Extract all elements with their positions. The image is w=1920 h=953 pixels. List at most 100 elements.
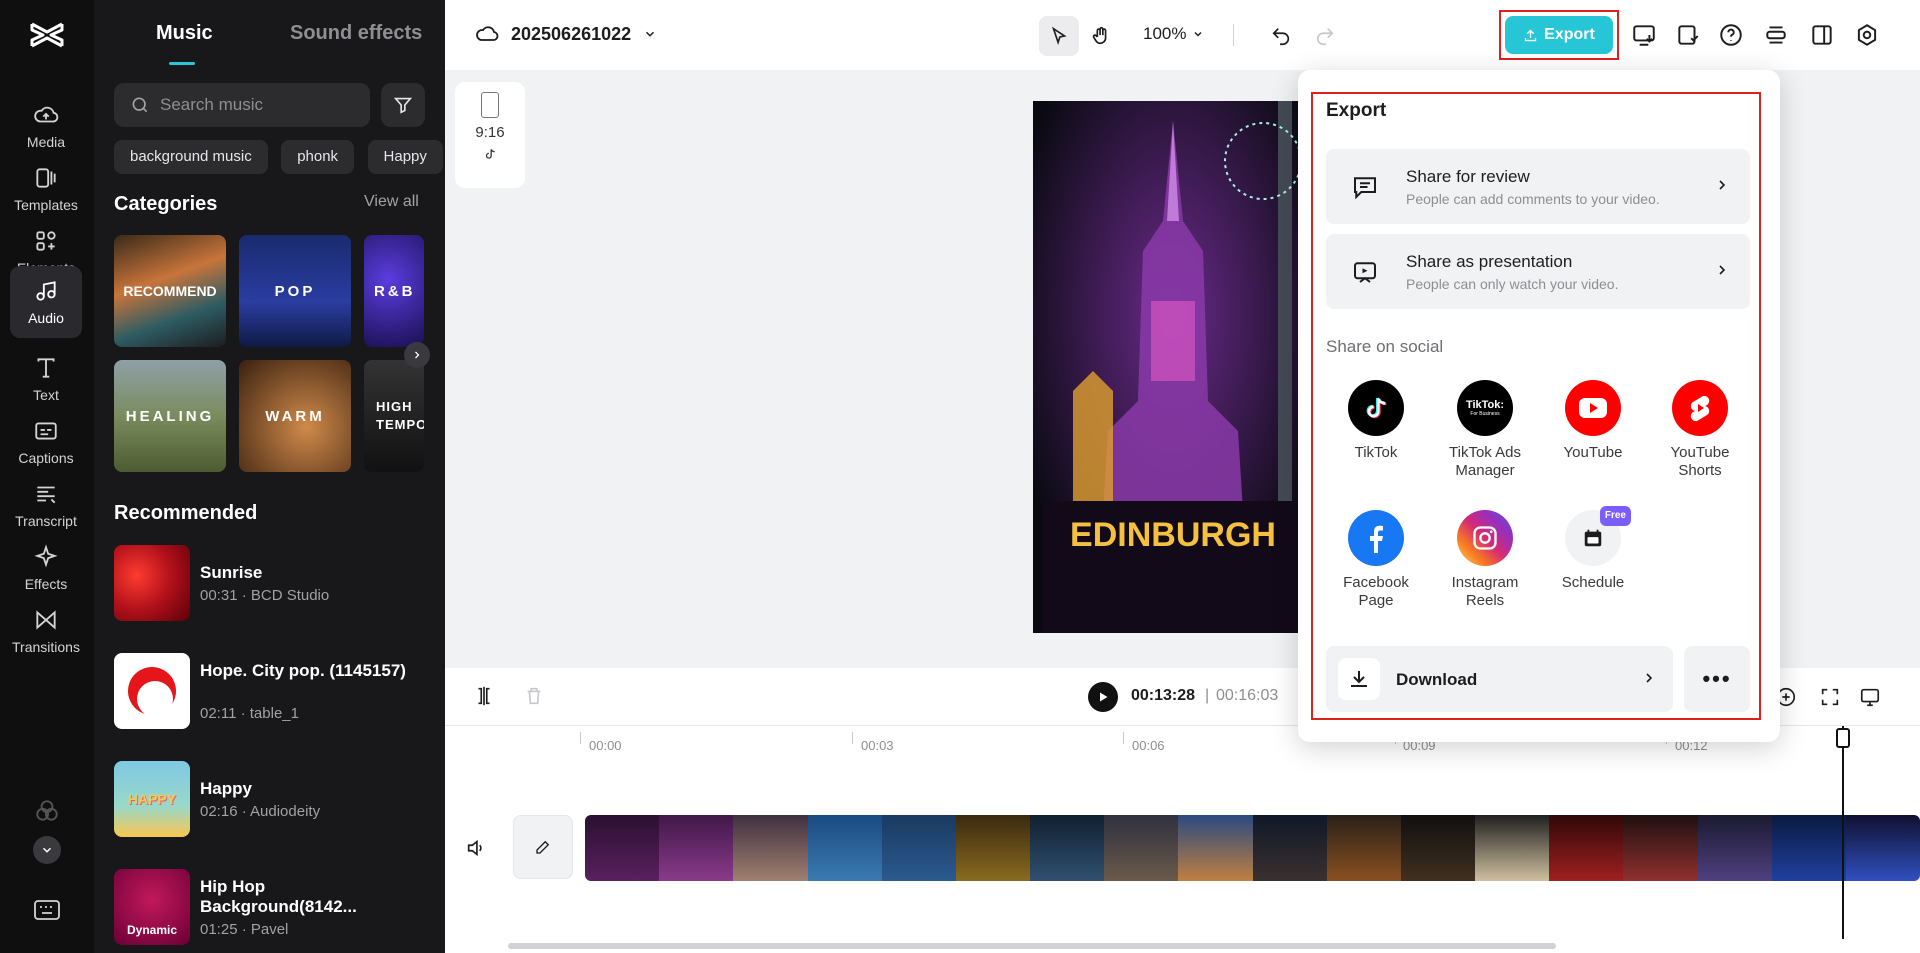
category-high-tempo[interactable]: HIGH TEMPO	[364, 360, 424, 472]
present-button[interactable]	[1631, 22, 1657, 48]
edit-cover-button[interactable]	[513, 815, 573, 879]
rail-item-text[interactable]: Text	[10, 343, 82, 415]
tab-music[interactable]: Music	[156, 22, 213, 45]
rail-item-label: Text	[33, 387, 59, 403]
monitor-icon[interactable]	[1859, 686, 1881, 708]
shield-check-icon	[1678, 25, 1699, 45]
edinburgh-sign: EDINBURGH	[1070, 516, 1276, 554]
rail-item-audio[interactable]: Audio	[10, 266, 82, 338]
rail-item-media[interactable]: Media	[10, 90, 82, 162]
keyboard-icon[interactable]	[33, 899, 61, 921]
track-title: Hope. City pop. (1145157)	[200, 661, 406, 680]
layout-button[interactable]	[1809, 22, 1835, 48]
track-title: Sunrise	[200, 563, 263, 582]
category-warm[interactable]: WARM	[239, 360, 351, 472]
rail-item-effects[interactable]: Effects	[10, 532, 82, 604]
track-meta: 02:11 · table_1	[200, 705, 299, 722]
export-button-highlight	[1499, 10, 1619, 60]
track-thumbnail	[114, 545, 190, 621]
split-icon[interactable]	[473, 685, 495, 707]
cloud-sync-icon	[476, 26, 499, 41]
video-preview[interactable]: EDINBURGH	[1033, 101, 1313, 633]
category-recommend[interactable]: RECOMMEND	[114, 235, 226, 347]
ruler-label: 00:06	[1132, 738, 1165, 753]
review-check-button[interactable]	[1675, 22, 1701, 48]
chevron-right-icon	[415, 351, 420, 359]
ruler-tick	[580, 732, 581, 744]
track-item-hope-city-pop[interactable]: Hope. City pop. (1145157) 02:11 · table_…	[114, 653, 434, 729]
search-music-input[interactable]	[160, 95, 360, 115]
monitor-download-icon	[1633, 25, 1655, 46]
transcript-icon	[37, 486, 56, 504]
pencil-icon	[536, 840, 550, 854]
rail-item-templates[interactable]: Templates	[10, 153, 82, 225]
timeline-scrollbar[interactable]	[508, 943, 1556, 949]
hand-icon	[1092, 26, 1107, 45]
chip-happy[interactable]: Happy	[367, 140, 443, 174]
gear-icon	[1857, 24, 1877, 46]
portrait-ratio-icon	[481, 92, 499, 118]
left-rail: Media Templates Elements Audio Text Capt…	[0, 0, 94, 953]
aspect-ratio-label: 9:16	[475, 124, 505, 141]
playhead-handle[interactable]	[1836, 728, 1850, 748]
category-pop[interactable]: POP	[239, 235, 351, 347]
edinburgh-night-image: EDINBURGH	[1033, 101, 1313, 633]
project-name: 202506261022	[511, 23, 632, 44]
recommended-title: Recommended	[114, 502, 258, 524]
category-healing[interactable]: HEALING	[114, 360, 226, 472]
redo-button[interactable]	[1305, 16, 1345, 56]
video-clip-strip[interactable]	[585, 815, 1920, 881]
aspect-ratio-card[interactable]: 9:16	[455, 82, 525, 188]
undo-button[interactable]	[1261, 16, 1301, 56]
hand-tool-button[interactable]	[1081, 16, 1121, 56]
chip-phonk[interactable]: phonk	[281, 140, 355, 174]
toolbar-divider	[1233, 24, 1234, 46]
zoom-dropdown[interactable]: 100%	[1143, 24, 1204, 44]
chevron-down-icon	[1194, 32, 1202, 37]
play-button[interactable]	[1088, 682, 1118, 712]
rail-more-button[interactable]	[33, 836, 61, 864]
category-label: HEALING	[125, 407, 215, 425]
rail-item-label: Transitions	[12, 639, 80, 655]
chevron-down-icon	[646, 31, 655, 37]
rail-item-label: Captions	[18, 450, 74, 466]
tag-chips: background music phonk Happy	[114, 140, 445, 174]
speaker-icon[interactable]	[465, 837, 487, 859]
pointer-icon	[1051, 26, 1067, 46]
rail-item-captions[interactable]: Captions	[10, 406, 82, 478]
time-separator: |	[1205, 687, 1210, 704]
help-icon	[1720, 24, 1742, 46]
track-thumbnail	[114, 653, 190, 729]
track-item-happy[interactable]: HAPPY Happy 02:16 · Audiodeity	[114, 761, 434, 837]
project-title[interactable]: 202506261022	[475, 22, 657, 46]
fullscreen-icon[interactable]	[1819, 686, 1841, 708]
current-time: 00:13:28	[1131, 687, 1196, 704]
playhead-line	[1842, 726, 1844, 939]
filters-icon[interactable]	[34, 798, 60, 824]
music-note-icon	[36, 281, 56, 301]
chip-background-music[interactable]: background music	[114, 140, 268, 174]
search-music-box[interactable]	[114, 83, 370, 127]
delete-icon[interactable]	[523, 685, 545, 707]
view-all-link[interactable]: View all	[364, 193, 419, 211]
track-item-sunrise[interactable]: Sunrise 00:31 · BCD Studio	[114, 545, 434, 621]
rail-item-transcript[interactable]: Transcript	[10, 469, 82, 541]
select-tool-button[interactable]	[1039, 16, 1079, 56]
rail-item-label: Effects	[24, 576, 68, 592]
track-item-hip-hop-background[interactable]: Dynamic Hip Hop Background(8142... 01:25…	[114, 869, 434, 945]
rail-item-label: Transcript	[15, 513, 77, 529]
category-rnb[interactable]: R&B	[364, 235, 424, 347]
tab-sound-effects[interactable]: Sound effects	[290, 22, 422, 45]
filter-icon	[393, 97, 413, 114]
settings-button[interactable]	[1854, 22, 1880, 48]
total-time: 00:16:03	[1216, 687, 1279, 704]
rail-item-transitions[interactable]: Transitions	[10, 595, 82, 667]
capcut-logo-icon[interactable]	[28, 18, 66, 52]
category-label: RECOMMEND	[123, 283, 217, 299]
tiktok-small-icon	[485, 149, 495, 159]
categories-next-button[interactable]	[404, 342, 430, 368]
filter-button[interactable]	[381, 83, 425, 127]
help-button[interactable]	[1718, 22, 1744, 48]
ruler-tick	[1123, 732, 1124, 744]
layers-button[interactable]	[1763, 22, 1789, 48]
